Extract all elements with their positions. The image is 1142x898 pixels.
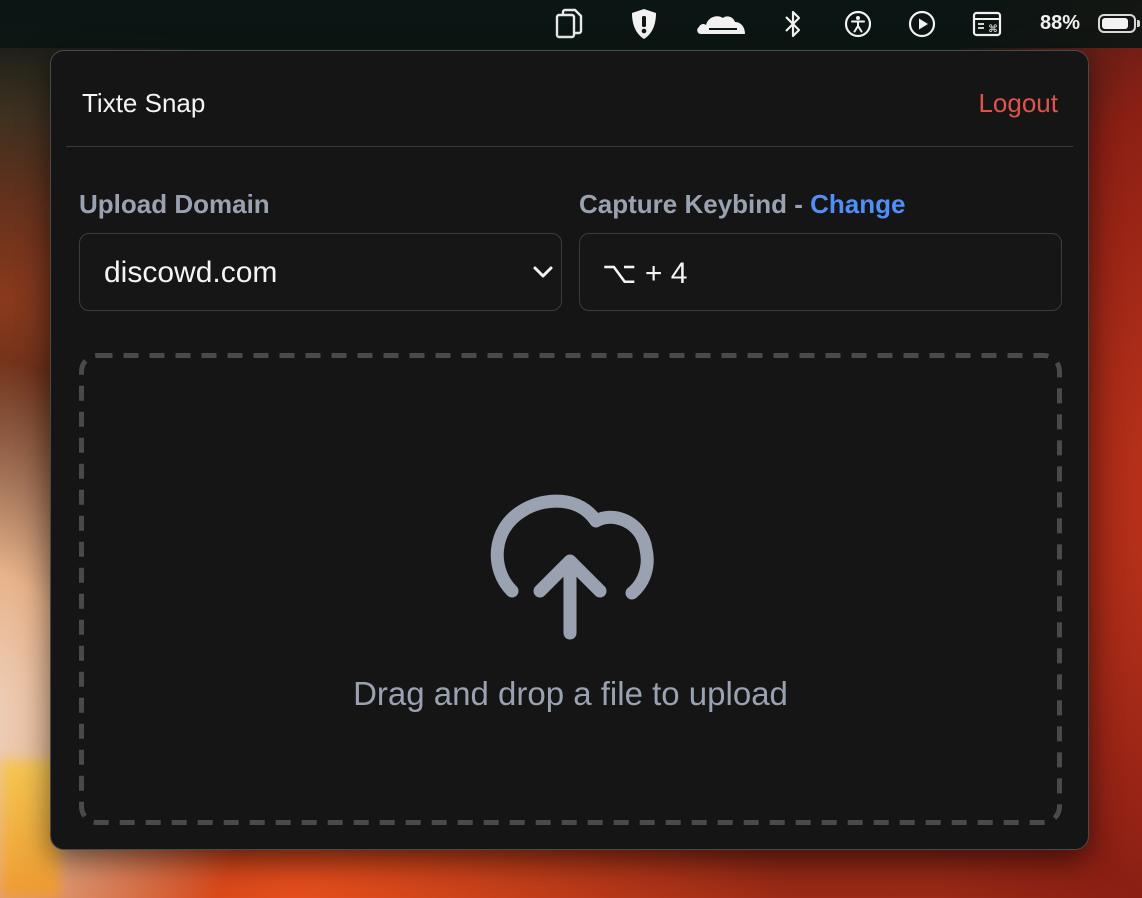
battery-nub — [1137, 20, 1140, 27]
upload-domain-label-text: Upload Domain — [79, 189, 270, 219]
shield-icon[interactable] — [628, 8, 660, 40]
tixte-snap-panel: Tixte Snap Logout Upload Domain discowd.… — [50, 50, 1089, 850]
menu-bar: ⌘ 88% — [0, 0, 1142, 48]
battery-icon[interactable] — [1098, 14, 1140, 33]
clipboard-icon[interactable] — [552, 8, 586, 40]
accessibility-icon[interactable] — [842, 8, 874, 40]
dropzone-text: Drag and drop a file to upload — [353, 675, 788, 712]
app-title: Tixte Snap — [82, 88, 206, 118]
cloudflare-icon[interactable] — [694, 8, 748, 40]
upload-domain-select[interactable]: discowd.com — [79, 233, 562, 311]
battery-percent: 88% — [1040, 12, 1081, 34]
upload-domain-label: Upload Domain — [79, 189, 270, 220]
header-divider — [66, 146, 1073, 147]
capture-keybind-field[interactable]: ⌥ + 4 — [579, 233, 1062, 311]
keyboard-viewer-icon[interactable]: ⌘ — [970, 8, 1004, 40]
change-keybind-link[interactable]: Change — [810, 189, 905, 219]
capture-keybind-value: ⌥ + 4 — [602, 257, 688, 290]
svg-text:⌘: ⌘ — [988, 24, 998, 35]
cloud-upload-icon — [484, 485, 656, 650]
capture-keybind-label: Capture Keybind - Change — [579, 189, 905, 220]
play-icon[interactable] — [906, 8, 938, 40]
capture-keybind-label-text: Capture Keybind - — [579, 189, 811, 219]
chevron-down-icon — [531, 262, 555, 287]
battery-level — [1102, 18, 1129, 29]
file-dropzone[interactable]: Drag and drop a file to upload — [79, 353, 1062, 825]
logout-button[interactable]: Logout — [978, 88, 1058, 119]
upload-domain-value: discowd.com — [104, 256, 278, 289]
bluetooth-icon[interactable] — [780, 8, 806, 40]
